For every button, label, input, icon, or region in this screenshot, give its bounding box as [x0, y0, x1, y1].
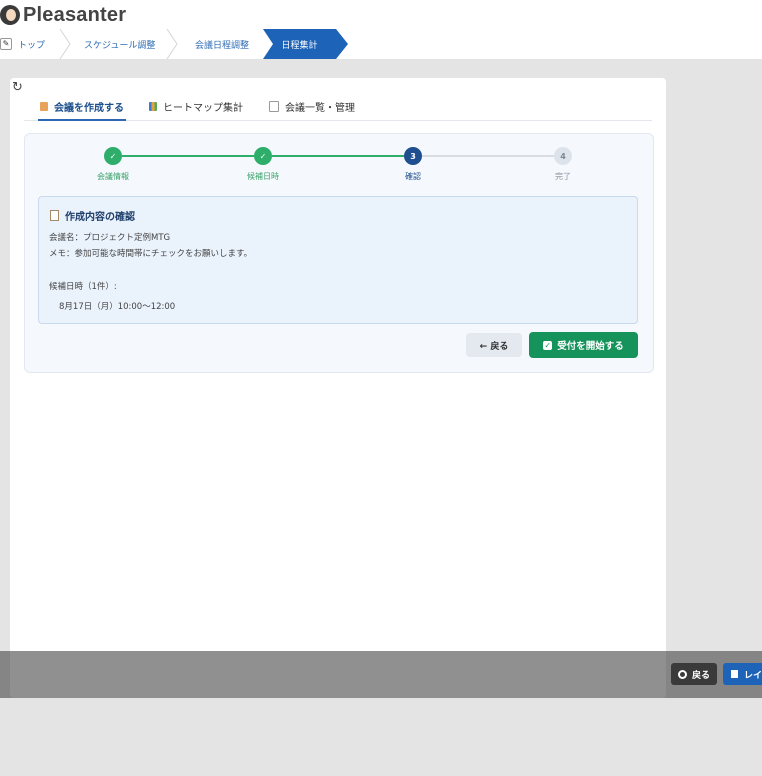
refresh-icon[interactable]: ↻	[12, 80, 23, 95]
breadcrumb-active-arrow	[336, 29, 348, 59]
breadcrumb-item-active[interactable]: 日程集計	[263, 29, 336, 59]
meeting-name: 会議名：プロジェクト定例MTG	[49, 233, 171, 243]
breadcrumb-separator-icon	[59, 29, 71, 59]
tab-bar: 会議を作成する ヒートマップ集計 会議一覧・管理	[24, 93, 652, 121]
back-button[interactable]: ← 戻る	[466, 333, 522, 357]
step-connector	[122, 155, 254, 157]
bottom-command-bar	[0, 651, 762, 698]
tab-create-meeting[interactable]: 会議を作成する	[38, 93, 126, 121]
edit-icon: ✎	[0, 38, 12, 50]
step-connector	[422, 155, 554, 157]
app-name: Pleasanter	[23, 3, 127, 26]
footer-layout-label: レイ	[744, 670, 762, 681]
step-connector	[272, 155, 404, 157]
tab-label: 会議一覧・管理	[285, 102, 355, 114]
breadcrumb-item-schedule[interactable]: スケジュール調整	[84, 29, 155, 59]
list-icon	[269, 100, 279, 112]
breadcrumb-label: トップ	[18, 40, 46, 51]
step-3-label: 確認	[405, 172, 421, 181]
breadcrumb-active-notch	[263, 29, 273, 59]
breadcrumb-item-top[interactable]: ✎ トップ	[0, 29, 45, 59]
start-accepting-label: 受付を開始する	[557, 341, 624, 352]
breadcrumb: ✎ トップ スケジュール調整 会議日程調整 日程集計	[0, 29, 762, 60]
app-logo[interactable]: Pleasanter	[0, 3, 126, 27]
chart-icon	[149, 101, 157, 111]
start-accepting-button[interactable]: ✓ 受付を開始する	[529, 332, 638, 358]
logo-icon	[0, 5, 20, 25]
confirmation-title: 作成内容の確認	[50, 208, 135, 223]
confirmation-title-text: 作成内容の確認	[65, 212, 135, 223]
document-pencil-icon	[40, 101, 48, 111]
step-2-label: 候補日時	[247, 172, 279, 181]
step-3-indicator: 3	[404, 147, 422, 165]
step-4-indicator: 4	[554, 147, 572, 165]
step-2-indicator: ✓	[254, 147, 272, 165]
top-header: Pleasanter	[0, 0, 762, 30]
checkbox-icon: ✓	[543, 340, 553, 350]
footer-back-label: 戻る	[691, 670, 710, 681]
breadcrumb-separator-icon	[166, 29, 178, 59]
step-4-label: 完了	[555, 172, 571, 181]
breadcrumb-item-meeting[interactable]: 会議日程調整	[195, 29, 249, 59]
step-1-indicator: ✓	[104, 147, 122, 165]
back-circle-icon	[677, 669, 687, 679]
step-1-label: 会議情報	[97, 172, 129, 181]
breadcrumb-label: スケジュール調整	[84, 40, 156, 51]
footer-layout-button[interactable]: レイ	[723, 663, 762, 685]
breadcrumb-label: 会議日程調整	[195, 40, 250, 51]
save-icon	[731, 670, 738, 678]
tab-heatmap[interactable]: ヒートマップ集計	[147, 93, 245, 119]
document-icon	[50, 210, 59, 221]
candidate-item: 8月17日（月）10:00〜12:00	[59, 302, 176, 312]
footer-back-button[interactable]: 戻る	[671, 663, 717, 685]
tab-meeting-list[interactable]: 会議一覧・管理	[267, 93, 357, 119]
candidates-heading: 候補日時（1件）:	[49, 282, 117, 292]
meeting-memo: メモ：参加可能な時間帯にチェックをお願いします。	[49, 249, 253, 259]
tab-label: 会議を作成する	[54, 102, 124, 114]
tab-label: ヒートマップ集計	[163, 102, 243, 114]
